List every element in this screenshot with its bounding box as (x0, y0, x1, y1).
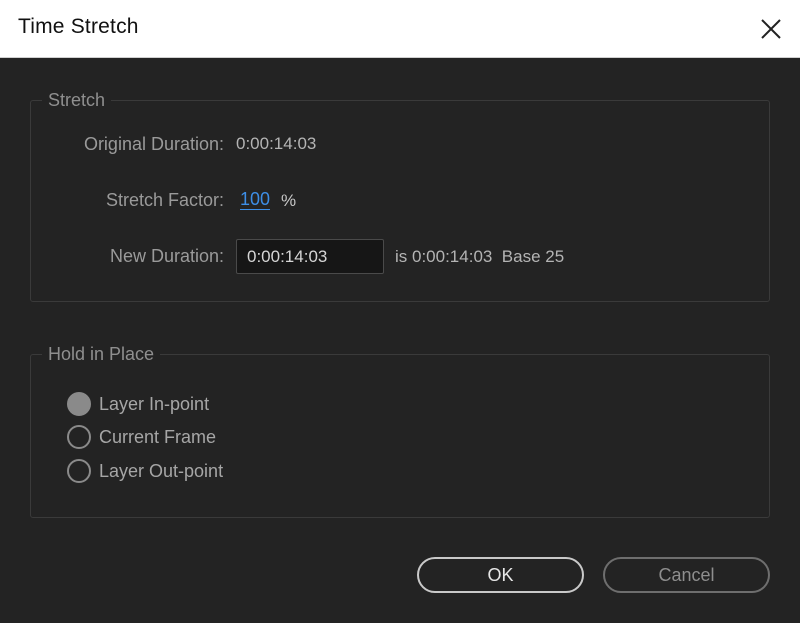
original-duration-label: Original Duration: (83, 134, 224, 154)
radio-unchecked-icon (67, 425, 91, 449)
dialog-title: Time Stretch (18, 15, 139, 38)
close-icon[interactable] (754, 12, 788, 46)
original-duration-value: 0:00:14:03 (236, 134, 317, 153)
new-duration-label: New Duration: (109, 246, 224, 266)
stretch-factor-label: Stretch Factor: (105, 190, 224, 210)
hold-in-place-group-label: Hold in Place (42, 344, 161, 365)
title-bar: Time Stretch (0, 0, 800, 58)
radio-label: Layer Out-point (99, 460, 224, 481)
cancel-button[interactable]: Cancel (603, 557, 770, 593)
radio-current-frame[interactable]: Current Frame (67, 425, 216, 449)
new-duration-input[interactable] (236, 239, 384, 274)
radio-unchecked-icon (67, 459, 91, 483)
stretch-factor-unit: % (281, 191, 297, 210)
radio-label: Current Frame (99, 426, 217, 447)
stretch-factor-value[interactable]: 100 (240, 189, 271, 210)
ok-button[interactable]: OK (417, 557, 584, 593)
radio-checked-icon (67, 392, 91, 416)
radio-label: Layer In-point (99, 393, 210, 414)
radio-layer-out-point[interactable]: Layer Out-point (67, 459, 223, 483)
radio-layer-in-point[interactable]: Layer In-point (67, 392, 209, 416)
stretch-group-label: Stretch (42, 90, 112, 111)
new-duration-info: is 0:00:14:03 Base 25 (395, 247, 565, 266)
